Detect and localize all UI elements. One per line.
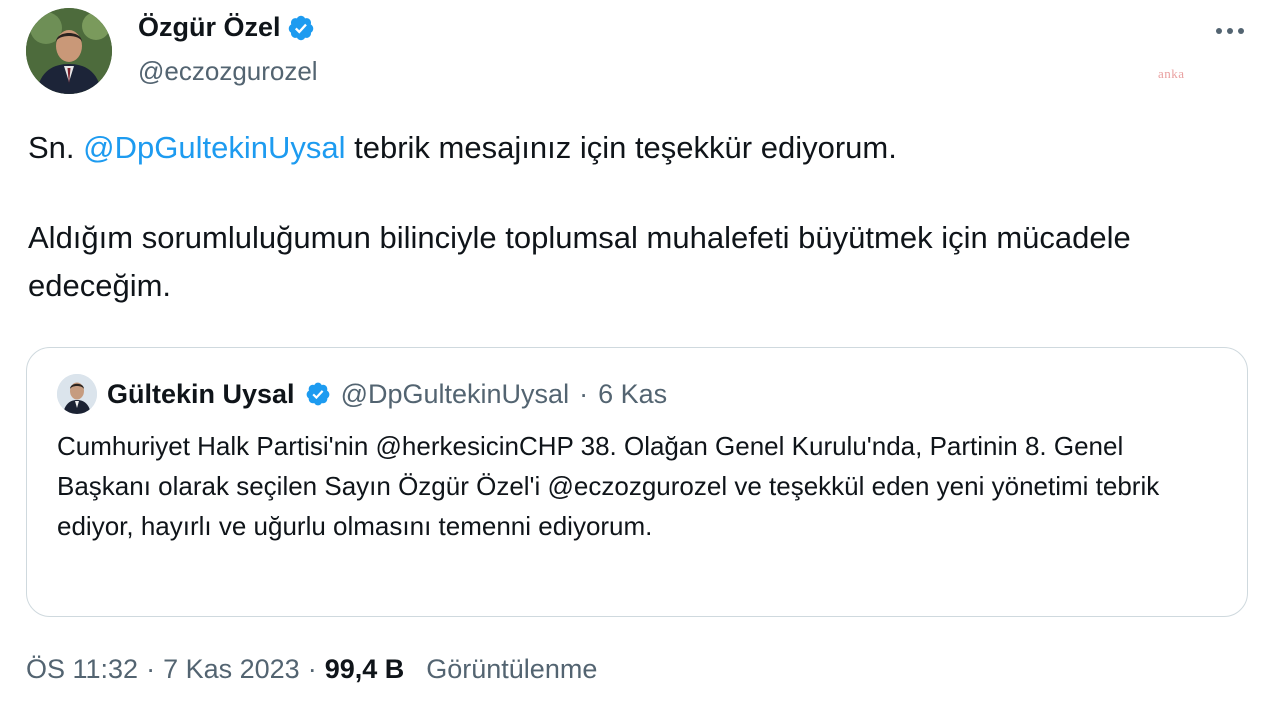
author-handle[interactable]: @eczozgurozel: [138, 56, 318, 87]
author-name[interactable]: Özgür Özel: [138, 12, 315, 43]
quoted-separator: ·: [579, 378, 589, 409]
author-avatar[interactable]: [26, 8, 112, 94]
verified-badge-icon: [288, 15, 313, 40]
views-count: 99,4 B: [324, 654, 405, 684]
tweet-line1-rest: tebrik mesajınız için teşekkür ediyorum.: [354, 130, 897, 165]
tweet-meta: ÖS 11:32 · 7 Kas 2023 · 99,4 B Görüntüle…: [26, 654, 597, 685]
mention-link[interactable]: @DpGultekinUysal: [83, 130, 345, 165]
quoted-author-avatar[interactable]: [57, 374, 97, 414]
verified-badge-icon: [306, 382, 329, 406]
quoted-tweet-text: Cumhuriyet Halk Partisi'nin @herkesicinC…: [57, 431, 1160, 541]
quoted-tweet-header: Gültekin Uysal @DpGultekinUysal · 6 Kas: [57, 374, 667, 414]
views-label: Görüntülenme: [426, 654, 598, 684]
quoted-author-name[interactable]: Gültekin Uysal: [107, 379, 295, 410]
author-name-text[interactable]: Özgür Özel: [138, 12, 281, 43]
meta-separator: ·: [146, 654, 156, 684]
tweet-time[interactable]: ÖS 11:32: [26, 654, 138, 685]
tweet-paragraph-1: Sn. @DpGultekinUysal tebrik mesajınız iç…: [28, 124, 1248, 172]
more-horizontal-icon: [1216, 28, 1244, 34]
tweet-prefix: Sn.: [28, 130, 75, 165]
watermark: anka: [1158, 66, 1185, 81]
quoted-date[interactable]: 6 Kas: [598, 379, 667, 410]
tweet-date[interactable]: 7 Kas 2023: [163, 654, 300, 685]
quoted-tweet-card[interactable]: Gültekin Uysal @DpGultekinUysal · 6 Kas …: [26, 347, 1248, 617]
quoted-author-handle[interactable]: @DpGultekinUysal: [341, 379, 570, 410]
tweet-paragraph-2: Aldığım sorumluluğumun bilinciyle toplum…: [28, 220, 1131, 303]
tweet-text: Sn. @DpGultekinUysal tebrik mesajınız iç…: [28, 124, 1248, 310]
meta-separator: ·: [307, 654, 317, 684]
more-options-button[interactable]: [1208, 16, 1252, 46]
